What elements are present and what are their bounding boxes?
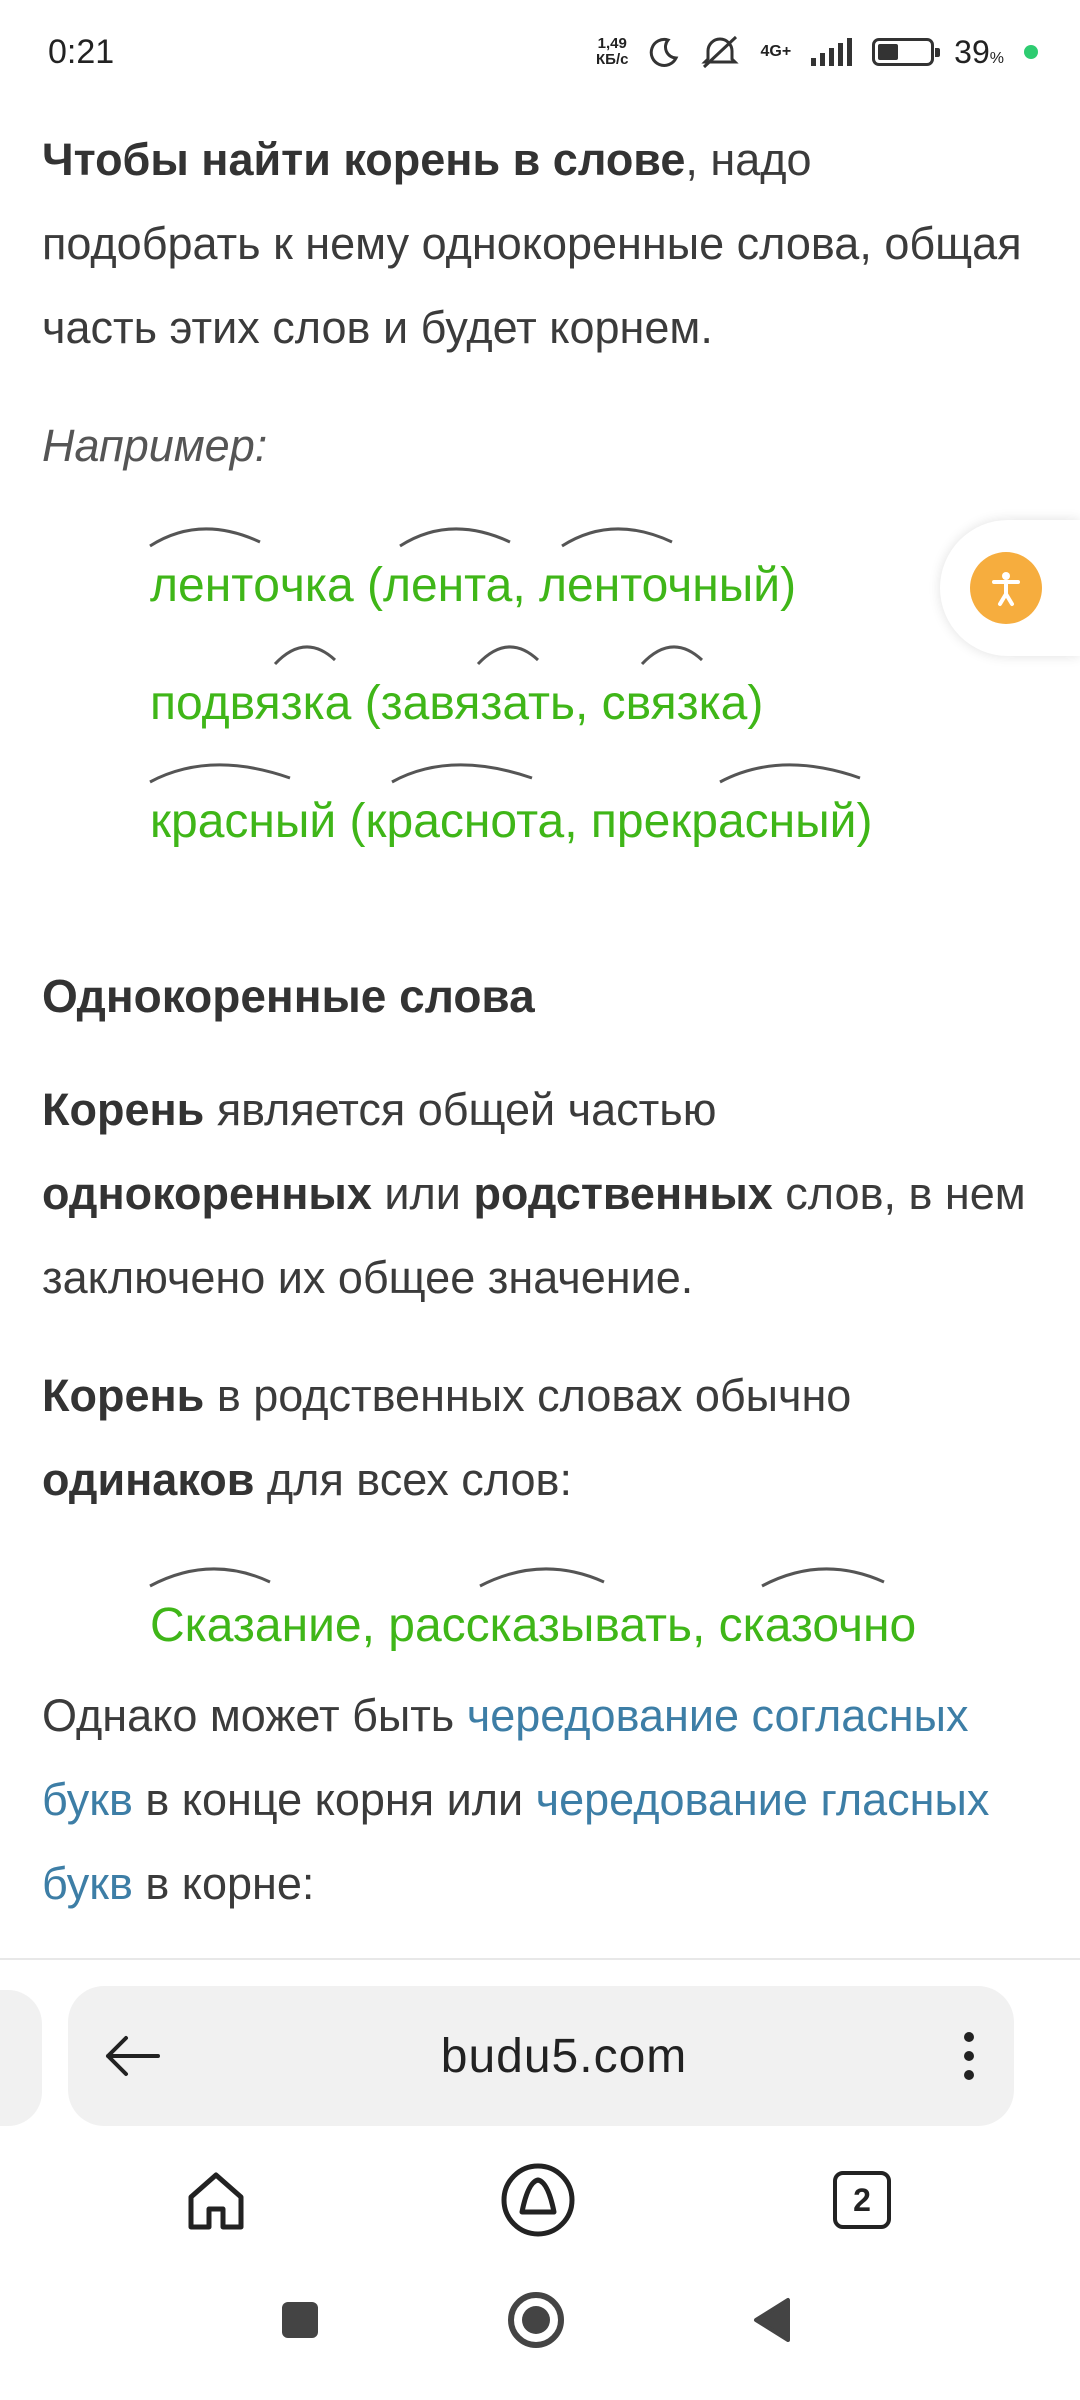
url-text[interactable]: budu5.com: [441, 2029, 688, 2084]
article-content: Чтобы найти корень в слове, надо подобра…: [42, 118, 1032, 1960]
home-icon: [188, 2172, 244, 2230]
assistant-icon: [501, 2163, 575, 2237]
home-button[interactable]: [176, 2160, 256, 2240]
root-arc-marks: [149, 527, 673, 548]
signal-icon: [811, 38, 853, 66]
net-speed: 1,49 КБ/с: [596, 35, 629, 68]
recents-button[interactable]: [260, 2280, 340, 2360]
example-line-2: подвязка (завязать, связка): [150, 634, 1032, 752]
mute-icon: [701, 35, 740, 69]
battery-fill: [878, 44, 899, 60]
example-line-1: лентoчка (лента, ленточный): [149, 516, 1032, 634]
home-circle-icon: [508, 2292, 564, 2348]
example-line-3: красный (краснота, прекрасный): [149, 752, 1032, 870]
browser-toolbar: budu5.com 2: [0, 1960, 1080, 2400]
status-icons: 1,49 КБ/с 4G+ 39%: [596, 34, 1038, 71]
section-title: Однокоренные слова: [42, 970, 535, 1022]
example-line-4: Сказание, рассказывать, сказочно: [149, 1556, 1032, 1674]
tabs-button[interactable]: 2: [822, 2160, 902, 2240]
back-arrow-icon[interactable]: [100, 2031, 164, 2081]
root-arc-marks: [273, 645, 704, 666]
recents-square-icon: [282, 2302, 318, 2338]
accessibility-icon: [992, 572, 1020, 606]
moon-icon: [650, 37, 679, 67]
alternation-paragraph: Однако может быть чередование согласных …: [42, 1690, 990, 1909]
example-label: Например:: [42, 420, 268, 471]
more-vert-icon[interactable]: [964, 2032, 974, 2080]
address-bar[interactable]: budu5.com: [68, 1986, 1014, 2126]
browser-nav-row: 2: [0, 2160, 1080, 2260]
tabs-icon: 2: [833, 2171, 891, 2229]
intro-paragraph: Чтобы найти корень в слове, надо подобра…: [42, 134, 1022, 353]
privacy-dot: [1024, 45, 1038, 59]
system-back-button[interactable]: [732, 2280, 812, 2360]
root-definition-paragraph: Корень является общей частью однокоренны…: [42, 1084, 1026, 1303]
previous-tab-stub[interactable]: [0, 1990, 42, 2126]
battery-icon: [872, 38, 941, 66]
root-same-paragraph: Корень в родственных словах обычно одина…: [42, 1370, 852, 1505]
battery-percent: 39%: [954, 33, 1004, 70]
root-arc-marks: [149, 1567, 885, 1588]
status-bar: 0:21 1,49 КБ/с 4G+ 39%: [0, 0, 1080, 104]
system-home-button[interactable]: [496, 2280, 576, 2360]
root-arc-marks: [149, 763, 861, 784]
back-triangle-icon: [754, 2298, 790, 2342]
accessibility-widget[interactable]: [940, 520, 1080, 656]
accessibility-button[interactable]: [970, 552, 1042, 624]
status-time: 0:21: [48, 32, 115, 71]
network-type: 4G+: [760, 43, 792, 60]
system-nav-bar: [0, 2280, 1080, 2380]
assistant-button[interactable]: [498, 2160, 578, 2240]
